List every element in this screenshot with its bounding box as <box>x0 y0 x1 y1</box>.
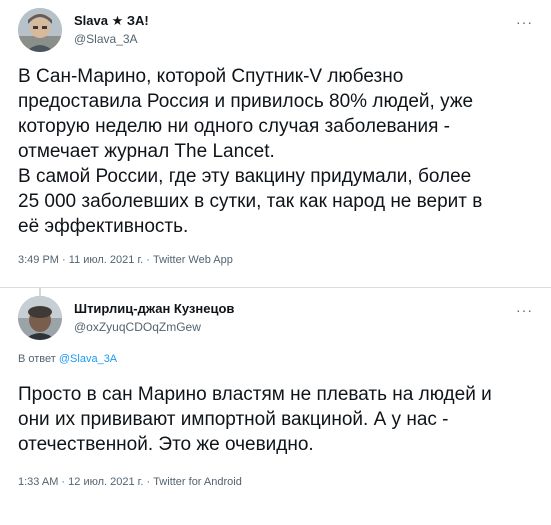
tweet-date[interactable]: 12 июл. 2021 г. <box>68 476 143 488</box>
tweet-text-line: В Сан-Марино, которой Спутник-V любезно <box>18 66 404 87</box>
tweet-date[interactable]: 11 июл. 2021 г. <box>69 254 143 266</box>
avatar[interactable] <box>18 296 62 340</box>
reply-to: В ответ @Slava_3A <box>18 352 533 366</box>
tweet-header: Штирлиц-джан Кузнецов @oxZyuqCDOqZmGew ·… <box>18 288 533 348</box>
reply-tweet: Штирлиц-джан Кузнецов @oxZyuqCDOqZmGew ·… <box>0 288 551 525</box>
more-options-icon[interactable]: ··· <box>516 302 533 318</box>
tweet-time[interactable]: 1:33 AM <box>18 476 58 488</box>
author-name[interactable]: Штирлиц-джан Кузнецов <box>74 301 234 317</box>
tweet-text: Просто в сан Марино властям не плевать н… <box>18 382 533 457</box>
author-handle[interactable]: @oxZyuqCDOqZmGew <box>74 319 234 335</box>
tweet-header: Slava ★ ЗА! @Slava_3A ··· <box>18 0 533 60</box>
tweet-text-line: предоставила Россия и привилось 80% люде… <box>18 91 474 112</box>
tweet-text-line: Просто в сан Марино властям не плевать н… <box>18 384 492 405</box>
reply-to-prefix: В ответ <box>18 353 56 365</box>
avatar[interactable] <box>18 8 62 52</box>
tweet-text-line: они их прививают импортной вакциной. А у… <box>18 409 449 430</box>
tweet: Slava ★ ЗА! @Slava_3A ··· В Сан-Марино, … <box>0 0 551 287</box>
reply-to-handle[interactable]: @Slava_3A <box>59 353 117 365</box>
tweet-text-line: которую неделю ни одного случая заболева… <box>18 116 450 137</box>
tweet-meta: 3:49 PM · 11 июл. 2021 г. · Twitter Web … <box>18 253 533 267</box>
tweet-text-line: отмечает журнал The Lancet. <box>18 141 275 162</box>
meta-separator: · <box>61 476 66 488</box>
author-name[interactable]: Slava ★ ЗА! <box>74 13 149 29</box>
meta-separator: · <box>62 254 66 266</box>
tweet-text-line: В самой России, где эту вакцину придумал… <box>18 166 472 187</box>
tweet-time[interactable]: 3:49 PM <box>18 254 59 266</box>
tweet-text: В Сан-Марино, которой Спутник-V любезно … <box>18 64 533 239</box>
author-handle[interactable]: @Slava_3A <box>74 31 149 47</box>
more-options-icon[interactable]: ··· <box>516 14 533 30</box>
tweet-source-app[interactable]: Twitter for Android <box>153 476 242 488</box>
tweet-text-line: отечественной. Это же очевидно. <box>18 434 314 455</box>
tweet-source-app[interactable]: Twitter Web App <box>153 254 233 266</box>
tweet-meta: 1:33 AM · 12 июл. 2021 г. · Twitter for … <box>18 475 533 489</box>
meta-separator: · <box>146 254 150 266</box>
tweet-text-line: 25 000 заболевших в сутки, так как народ… <box>18 191 483 212</box>
tweet-text-line: её эффективность. <box>18 216 189 237</box>
meta-separator: · <box>146 476 151 488</box>
